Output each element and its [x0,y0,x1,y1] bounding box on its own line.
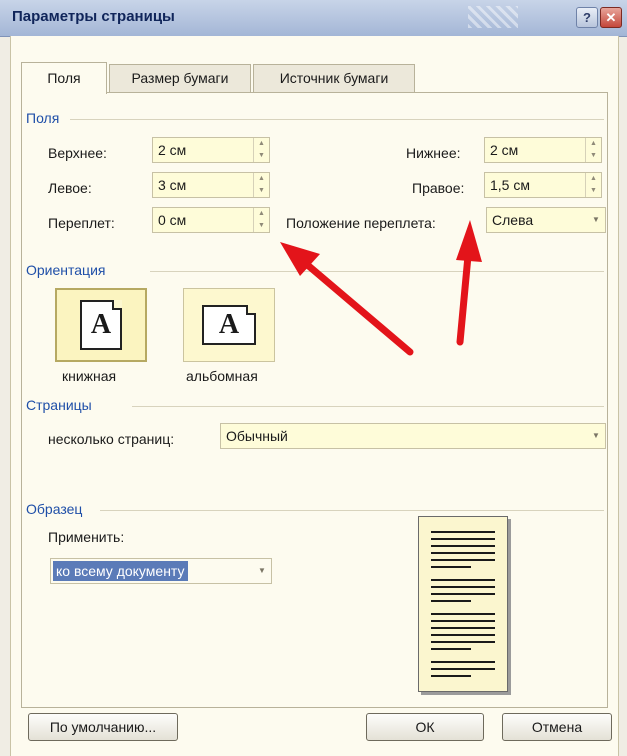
apply-to-value: ко всему документу [53,561,188,581]
apply-to-select[interactable]: ко всему документу ▼ [50,558,272,584]
preview-line [431,613,495,615]
help-button[interactable]: ? [576,7,598,28]
bottom-margin-label: Нижнее: [406,145,461,161]
section-divider [132,406,604,407]
preview-line [431,648,471,650]
preview-line [431,538,495,540]
bottom-margin-spinner[interactable]: 2 см ▲ ▼ [484,137,602,163]
top-margin-spinner[interactable]: 2 см ▲ ▼ [152,137,270,163]
preview-line [431,579,495,581]
preview-line [431,641,495,643]
bottom-margin-value: 2 см [490,142,519,158]
apply-to-label: Применить: [48,529,125,545]
gutter-position-select[interactable]: Слева ▼ [486,207,606,233]
pages-section-title: Страницы [26,397,92,413]
landscape-page-icon: A [202,305,256,345]
left-margin-value: 3 см [158,177,187,193]
gutter-spinner[interactable]: 0 см ▲ ▼ [152,207,270,233]
section-divider [150,271,604,272]
preview-line [431,634,495,636]
multiple-pages-label: несколько страниц: [48,431,175,447]
spin-arrows-icon[interactable]: ▲ ▼ [585,138,601,162]
orientation-section-title: Ориентация [26,262,106,278]
preview-line [431,531,495,533]
preview-line [431,627,495,629]
preview-line [431,545,495,547]
left-margin-label: Левое: [48,180,92,196]
tab-margins[interactable]: Поля [21,62,107,94]
title-bar: Параметры страницы ? ✕ [0,0,627,37]
portrait-page-icon: A [80,300,122,350]
spin-arrows-icon[interactable]: ▲ ▼ [253,138,269,162]
right-margin-value: 1,5 см [490,177,530,193]
preview-section-title: Образец [26,501,83,517]
chevron-down-icon[interactable]: ▼ [253,559,271,583]
tab-paper-source[interactable]: Источник бумаги [253,64,415,92]
preview-line [431,586,495,588]
portrait-option[interactable]: A [55,288,147,362]
preview-line [431,675,471,677]
right-margin-label: Правое: [412,180,465,196]
top-margin-value: 2 см [158,142,187,158]
set-default-button[interactable]: По умолчанию... [28,713,178,741]
close-button[interactable]: ✕ [600,7,622,28]
gutter-value: 0 см [158,212,187,228]
gutter-position-value: Слева [492,212,534,228]
preview-line [431,620,495,622]
top-margin-label: Верхнее: [48,145,107,161]
page-preview [418,516,508,692]
portrait-label: книжная [62,368,117,384]
gutter-label: Переплет: [48,215,115,231]
tab-paper-size[interactable]: Размер бумаги [109,64,251,92]
multiple-pages-select[interactable]: Обычный ▼ [220,423,606,449]
margins-section-title: Поля [26,110,60,126]
preview-line [431,593,495,595]
preview-line [431,600,471,602]
preview-line [431,661,495,663]
spin-arrows-icon[interactable]: ▲ ▼ [253,208,269,232]
preview-line [431,552,495,554]
landscape-option[interactable]: A [183,288,275,362]
preview-line [431,559,495,561]
ok-button[interactable]: ОК [366,713,484,741]
multiple-pages-value: Обычный [226,428,288,444]
cancel-button[interactable]: Отмена [502,713,612,741]
section-divider [70,119,604,120]
preview-line [431,566,471,568]
section-divider [100,510,604,511]
gutter-position-label: Положение переплета: [286,215,436,231]
right-margin-spinner[interactable]: 1,5 см ▲ ▼ [484,172,602,198]
preview-line [431,668,495,670]
spin-arrows-icon[interactable]: ▲ ▼ [253,173,269,197]
chevron-down-icon[interactable]: ▼ [587,208,605,232]
landscape-label: альбомная [186,368,258,384]
title-decoration [468,6,518,28]
left-margin-spinner[interactable]: 3 см ▲ ▼ [152,172,270,198]
chevron-down-icon[interactable]: ▼ [587,424,605,448]
dialog-title: Параметры страницы [12,8,175,25]
spin-arrows-icon[interactable]: ▲ ▼ [585,173,601,197]
